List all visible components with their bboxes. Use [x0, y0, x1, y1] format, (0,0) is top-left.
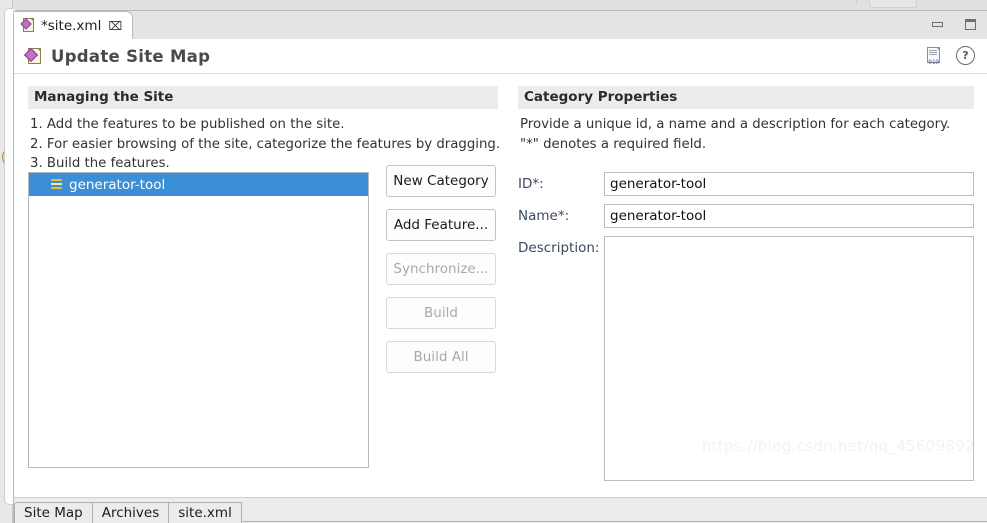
id-field-label: ID*: [518, 176, 544, 192]
editor-tab-label: *site.xml [41, 17, 102, 34]
category-list[interactable]: generator-tool [28, 172, 369, 468]
category-section-title: Category Properties [518, 86, 974, 109]
name-field-row: Name*: generator-tool [518, 204, 974, 228]
category-description-line-2: "*" denotes a required field. [520, 136, 707, 152]
close-icon[interactable]: ⌧ [108, 20, 122, 32]
xml-document-icon [20, 18, 36, 33]
tab-site-map[interactable]: Site Map [14, 502, 93, 523]
build-button: Build [386, 297, 496, 329]
editor-window: *site.xml ⌧ Update Site Map 010 ? Managi… [13, 10, 987, 523]
editor-tab-site-xml[interactable]: *site.xml ⌧ [14, 11, 134, 39]
maximize-button[interactable] [964, 18, 977, 31]
category-icon [51, 178, 62, 191]
new-category-button[interactable]: New Category [386, 165, 496, 197]
adjacent-view-sliver: ( [0, 0, 13, 523]
description-field-label: Description: [518, 240, 600, 256]
window-controls [931, 18, 977, 31]
synchronize-button: Synchronize... [386, 253, 496, 285]
list-action-buttons: New Category Add Feature... Synchronize.… [386, 165, 496, 385]
bottom-tab-bar: Site Map Archives site.xml [14, 497, 987, 523]
managing-step-1: 1. Add the features to be published on t… [30, 117, 345, 132]
category-properties-section: Category Properties Provide a unique id,… [518, 86, 974, 154]
name-field[interactable]: generator-tool [604, 204, 974, 228]
managing-step-2: 2. For easier browsing of the site, cate… [30, 136, 501, 152]
partial-toolbar-button[interactable] [869, 0, 917, 8]
category-properties-form: ID*: generator-tool Name*: generator-too… [518, 172, 974, 489]
toolbar-divider [856, 0, 857, 4]
tab-site-xml[interactable]: site.xml [169, 502, 242, 523]
tab-archives[interactable]: Archives [92, 502, 170, 523]
adjacent-view-edge [4, 8, 13, 505]
category-section-description: Provide a unique id, a name and a descri… [518, 115, 974, 154]
id-field[interactable]: generator-tool [604, 172, 974, 196]
managing-the-site-section: Managing the Site 1. Add the features to… [28, 86, 501, 174]
list-item-label: generator-tool [69, 176, 166, 193]
form-header-actions: 010 ? [924, 46, 975, 65]
id-field-row: ID*: generator-tool [518, 172, 974, 196]
binary-source-icon-label: 010 [928, 57, 939, 66]
build-all-button: Build All [386, 341, 496, 373]
description-field[interactable] [604, 236, 974, 481]
category-description-line-1: Provide a unique id, a name and a descri… [520, 117, 951, 132]
editor-tab-strip: *site.xml ⌧ [14, 11, 987, 39]
page-title: Update Site Map [51, 46, 211, 66]
form-header: Update Site Map 010 ? [14, 39, 987, 74]
binary-source-icon[interactable]: 010 [924, 46, 943, 65]
name-field-label: Name*: [518, 208, 570, 224]
minimize-button[interactable] [931, 18, 944, 31]
update-site-document-icon [23, 47, 43, 65]
help-icon[interactable]: ? [956, 46, 975, 65]
partial-glyph: ( [1, 150, 6, 164]
description-field-row: Description: [518, 236, 974, 481]
add-feature-button[interactable]: Add Feature... [386, 209, 496, 241]
list-item-generator-tool[interactable]: generator-tool [29, 173, 368, 196]
form-body: Managing the Site 1. Add the features to… [14, 74, 987, 481]
managing-section-title: Managing the Site [28, 86, 498, 109]
